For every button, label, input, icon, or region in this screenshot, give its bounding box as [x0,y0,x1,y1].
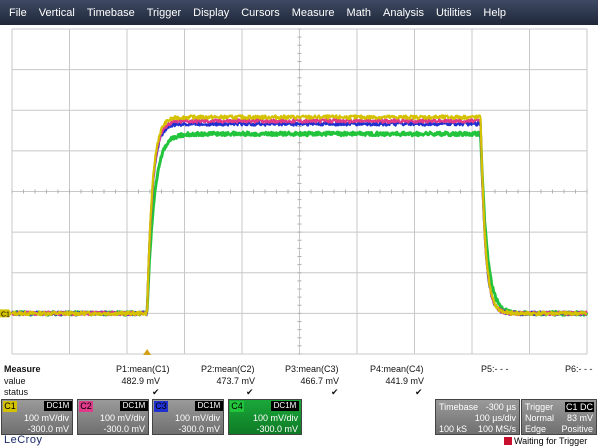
p1-value: 482.9 mV [121,376,160,386]
menu-file[interactable]: File [3,7,33,19]
timebase-delay: -300 µs [485,402,516,412]
trigger-box[interactable]: Trigger C1 DC Normal 83 mV Edge Positive [521,399,597,435]
c2-offset: -300.0 mV [103,424,145,434]
p1-label[interactable]: P1:mean(C1) [116,364,170,374]
p6-label[interactable]: P6:- - - [565,364,593,374]
p4-value: 441.9 mV [385,376,424,386]
p3-value: 466.7 mV [300,376,339,386]
measure-heading: Measure [4,364,41,374]
status-text: Waiting for Trigger [514,436,588,446]
c2-vdiv: 100 mV/div [99,413,145,423]
svg-text:C1: C1 [1,311,10,318]
scope-display[interactable]: C1 [0,25,598,355]
p4-label[interactable]: P4:mean(C4) [370,364,424,374]
c2-coupling: DC1M [120,401,148,411]
timebase-samples: 100 kS [439,424,468,434]
trigger-type: Edge [525,424,547,434]
menu-help[interactable]: Help [477,7,512,19]
ground-marker-c1: C1 [0,309,12,318]
timebase-rate: 100 MS/s [477,424,516,434]
c1-vdiv: 100 mV/div [23,413,69,423]
waveform-grid[interactable]: C1 [0,25,598,355]
acquisition-status: Waiting for Trigger [504,436,587,446]
timebase-box[interactable]: Timebase -300 µs 100 µs/div 100 kS 100 M… [435,399,520,435]
timebase-tdiv: 100 µs/div [474,413,516,423]
menu-trigger[interactable]: Trigger [141,7,187,19]
value-row-label: value [4,376,26,386]
p5-label[interactable]: P5:- - - [481,364,509,374]
p2-status-check-icon: ✔ [246,387,254,397]
measure-table: Measure P1:mean(C1) P2:mean(C2) P3:mean(… [0,358,598,398]
trigger-slope: Positive [561,424,593,434]
channel-c4-box[interactable]: C4 DC1M 100 mV/div -300.0 mV [228,399,302,435]
trigger-level: 83 mV [566,413,593,423]
p3-status-check-icon: ✔ [331,387,339,397]
channel-c2-box[interactable]: C2 DC1M 100 mV/div -300.0 mV [77,399,149,435]
menu-bar: File Vertical Timebase Trigger Display C… [0,0,598,25]
p1-status-check-icon: ✔ [152,387,160,397]
p2-value: 473.7 mV [216,376,255,386]
menu-display[interactable]: Display [187,7,235,19]
c4-offset: -300.0 mV [256,424,298,434]
menu-math[interactable]: Math [341,7,377,19]
trigger-mode: Normal [525,413,555,423]
trigger-label: Trigger [525,402,554,412]
c4-coupling: DC1M [271,401,299,411]
p4-status-check-icon: ✔ [415,387,423,397]
c2-tag: C2 [79,401,93,412]
channel-c3-box[interactable]: C3 DC1M 100 mV/div -300.0 mV [152,399,224,435]
c1-coupling: DC1M [44,401,72,411]
timebase-label: Timebase [439,402,479,412]
menu-utilities[interactable]: Utilities [430,7,477,19]
menu-analysis[interactable]: Analysis [377,7,430,19]
c1-tag: C1 [3,401,17,412]
c1-offset: -300.0 mV [27,424,69,434]
channel-c1-box[interactable]: C1 DC1M 100 mV/div -300.0 mV [1,399,73,435]
menu-vertical[interactable]: Vertical [33,7,81,19]
trigger-position-marker [143,349,152,355]
menu-measure[interactable]: Measure [286,7,341,19]
p3-label[interactable]: P3:mean(C3) [285,364,339,374]
status-led-icon [504,437,512,445]
trigger-source: C1 DC [564,402,594,412]
c4-vdiv: 100 mV/div [252,413,298,423]
p2-label[interactable]: P2:mean(C2) [201,364,255,374]
status-row-label: status [4,387,29,397]
c3-vdiv: 100 mV/div [174,413,220,423]
menu-cursors[interactable]: Cursors [235,7,286,19]
c3-tag: C3 [154,401,168,412]
menu-timebase[interactable]: Timebase [81,7,141,19]
c4-tag: C4 [230,401,244,412]
c3-coupling: DC1M [195,401,223,411]
c3-offset: -300.0 mV [178,424,220,434]
lecroy-logo: LeCroy [4,434,43,446]
